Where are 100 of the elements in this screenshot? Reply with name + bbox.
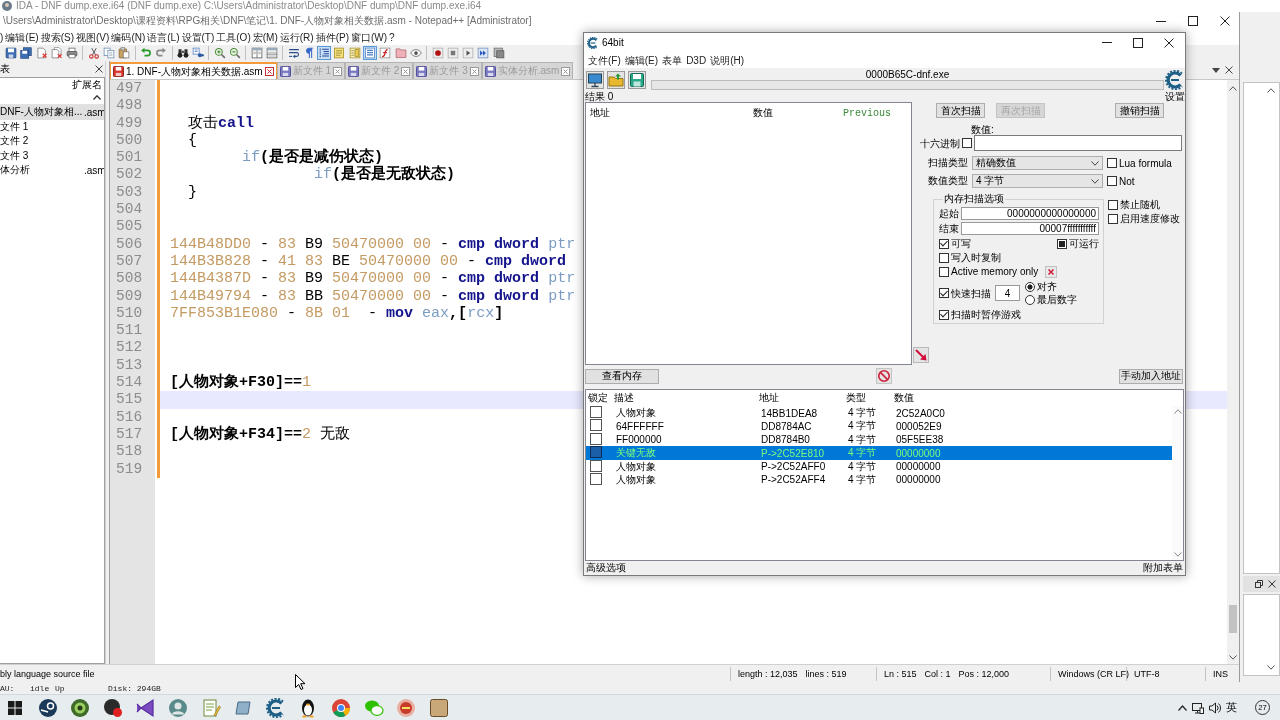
- dropdown[interactable]: 4 字节: [972, 174, 1103, 188]
- segmented-circle-icon[interactable]: [330, 697, 351, 718]
- address-input[interactable]: 00007fffffffffff: [961, 222, 1099, 235]
- avatar-icon[interactable]: [167, 697, 188, 718]
- menu-item[interactable]: D3D: [686, 53, 707, 67]
- menu-item[interactable]: 宏(M): [252, 31, 278, 44]
- scan-button[interactable]: 首次扫描: [936, 103, 985, 118]
- checkbox[interactable]: [939, 288, 949, 298]
- column-header[interactable]: 地址: [590, 106, 753, 120]
- value-input[interactable]: [974, 135, 1182, 151]
- chevron-up-icon[interactable]: [93, 95, 101, 100]
- clipboard-icon[interactable]: [117, 46, 132, 60]
- selected-row-highlight[interactable]: 关键无敌 P->2C52E810 4 字节 00000000: [586, 446, 1172, 460]
- menu-item[interactable]: 工具(O): [216, 31, 251, 44]
- checkbox[interactable]: [939, 309, 949, 320]
- zoom-out-icon[interactable]: [228, 46, 243, 60]
- column-header[interactable]: 地址: [759, 391, 846, 405]
- zoom-in-icon[interactable]: [212, 46, 227, 60]
- chevron-down-icon[interactable]: [1229, 655, 1237, 660]
- bowtie-icon[interactable]: [135, 697, 156, 718]
- chevron-up-icon[interactable]: [1267, 88, 1275, 93]
- checkbox[interactable]: [1107, 158, 1117, 168]
- results-list[interactable]: 地址 数值 Previous: [585, 102, 912, 365]
- scan-button[interactable]: 撤销扫描: [1115, 103, 1164, 118]
- menu-item[interactable]: 文件(F): [588, 53, 621, 67]
- menu-item[interactable]: 窗口(W): [350, 31, 388, 44]
- column-header[interactable]: 扩展名: [72, 77, 102, 92]
- floppy-disks-icon[interactable]: [19, 46, 34, 60]
- checkbox[interactable]: [590, 432, 602, 445]
- ring-icon[interactable]: [70, 697, 91, 718]
- speaker-icon[interactable]: [1209, 701, 1221, 714]
- record-icon[interactable]: [430, 46, 445, 60]
- checkbox[interactable]: [1108, 199, 1118, 210]
- close-icon[interactable]: [95, 65, 103, 73]
- floppy-disk-icon[interactable]: [628, 70, 646, 89]
- menu-item[interactable]: 表单: [662, 53, 683, 67]
- address-input[interactable]: 0000000000000000: [961, 207, 1099, 220]
- minus-circle-icon[interactable]: [396, 697, 417, 718]
- advanced-options-link[interactable]: 高级选项: [586, 561, 626, 575]
- checkbox[interactable]: [590, 446, 602, 459]
- dot-circle-icon[interactable]: [102, 697, 123, 718]
- checkbox[interactable]: [1107, 176, 1117, 186]
- checkbox[interactable]: [939, 252, 949, 263]
- copy-icon[interactable]: [102, 46, 117, 60]
- file-list-item[interactable]: 文件 3: [0, 148, 104, 163]
- monitor-icon[interactable]: [586, 70, 604, 89]
- play-icon[interactable]: [461, 46, 476, 60]
- notepad-icon[interactable]: [200, 697, 221, 718]
- function-list-icon[interactable]: [378, 46, 393, 60]
- menu-item[interactable]: ): [0, 31, 4, 44]
- checkbox[interactable]: [590, 419, 602, 432]
- disc-icon[interactable]: [37, 697, 58, 718]
- no-entry-icon[interactable]: [876, 368, 892, 384]
- chevron-up-icon[interactable]: [1229, 86, 1237, 91]
- caret-down-icon[interactable]: [1212, 67, 1220, 73]
- dropdown[interactable]: 精确数值: [972, 156, 1103, 170]
- menu-item[interactable]: 编码(N): [111, 31, 146, 44]
- menu-item[interactable]: 搜索(S): [40, 31, 75, 44]
- maximize-icon[interactable]: [1133, 37, 1143, 48]
- picture-tile-icon[interactable]: [428, 697, 449, 718]
- network-icon[interactable]: [1192, 701, 1204, 714]
- checkbox[interactable]: [590, 406, 602, 418]
- split-vertical-icon[interactable]: [249, 46, 264, 60]
- save-macro-icon[interactable]: [491, 46, 506, 60]
- menu-item[interactable]: 说明(H): [710, 53, 745, 67]
- close-icon[interactable]: [1225, 66, 1233, 74]
- file-list-item[interactable]: 文件 2: [0, 134, 104, 149]
- split-horizontal-icon[interactable]: [264, 46, 279, 60]
- number-input[interactable]: 4: [995, 285, 1020, 301]
- radio-button[interactable]: [1025, 281, 1035, 292]
- binoculars-icon[interactable]: [175, 46, 190, 60]
- find-replace-icon[interactable]: [191, 46, 206, 60]
- settings-label[interactable]: 设置: [1165, 91, 1185, 102]
- menu-item[interactable]: 语言(L): [147, 31, 180, 44]
- gear-icon[interactable]: [265, 697, 286, 718]
- indent-guide-icon[interactable]: [317, 46, 332, 60]
- scrollbar-thumb[interactable]: [1229, 605, 1237, 633]
- documents-close-icon[interactable]: [49, 46, 64, 60]
- column-header[interactable]: 描述: [614, 391, 759, 405]
- restore-icon[interactable]: [1255, 580, 1263, 588]
- chevron-down-icon[interactable]: [1267, 665, 1275, 670]
- tab[interactable]: 1. DNF-人物对象相关数据.asm: [110, 62, 277, 79]
- column-header[interactable]: 锁定: [588, 391, 614, 405]
- checkbox[interactable]: [590, 472, 602, 485]
- file-list-item[interactable]: 文件 1: [0, 119, 104, 134]
- radio-button[interactable]: [1025, 294, 1035, 305]
- menu-item[interactable]: ?: [389, 31, 395, 44]
- column-header[interactable]: 类型: [846, 391, 894, 405]
- fast-forward-icon[interactable]: [476, 46, 491, 60]
- table-extras-link[interactable]: 附加表单: [1143, 561, 1183, 575]
- printer-icon[interactable]: [65, 46, 80, 60]
- settings-icon[interactable]: [1165, 69, 1185, 90]
- menu-item[interactable]: 编辑(E): [5, 31, 39, 44]
- scissors-icon[interactable]: [86, 46, 101, 60]
- view-memory-button[interactable]: 查看内存: [585, 368, 659, 384]
- x-mark-icon[interactable]: [1045, 265, 1058, 278]
- scrollbar[interactable]: [1172, 406, 1183, 560]
- input-language[interactable]: 英: [1226, 700, 1237, 715]
- checkbox[interactable]: [939, 266, 949, 277]
- close-icon[interactable]: [1268, 580, 1276, 588]
